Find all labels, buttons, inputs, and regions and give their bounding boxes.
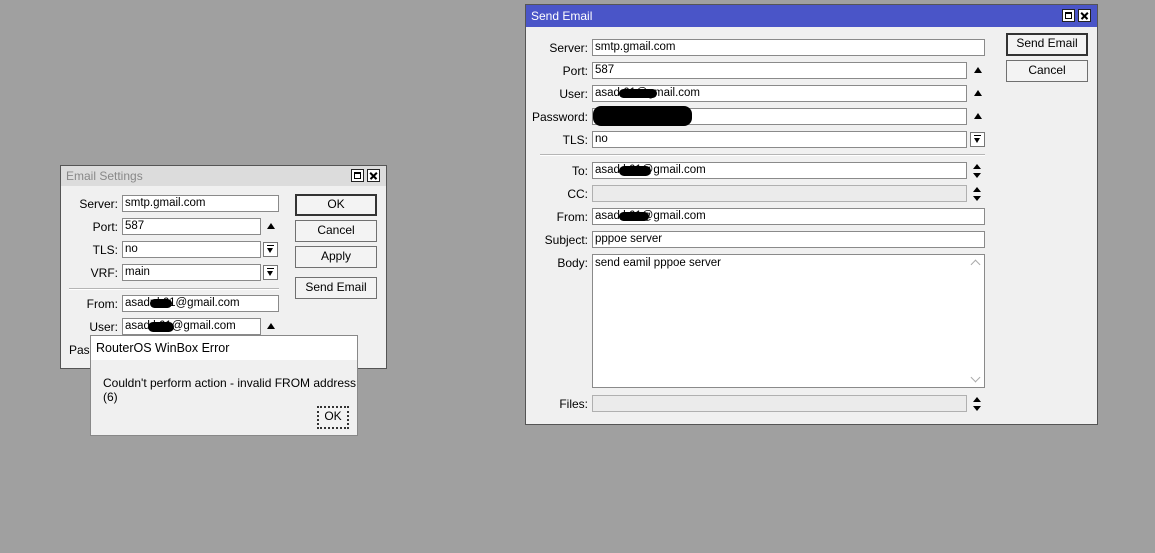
server-field[interactable]: smtp.gmail.com [592,39,985,56]
cc-field[interactable] [592,185,967,202]
body-label: Body: [557,256,588,270]
files-updown-icon[interactable] [973,397,982,411]
redaction-mark [150,299,172,308]
ok-button[interactable]: OK [295,194,377,216]
send-email-titlebar[interactable]: Send Email [526,5,1097,27]
scroll-down-icon[interactable] [970,372,981,383]
send-email-button[interactable]: Send Email [295,277,377,299]
server-field[interactable]: smtp.gmail.com [122,195,279,212]
redaction-mark [619,166,651,176]
body-textarea[interactable]: send eamil pppoe server [592,254,985,388]
port-label: Port: [562,64,588,78]
maximize-icon[interactable] [351,169,364,182]
scroll-up-icon[interactable] [970,259,981,270]
password-up-arrow-icon[interactable] [974,113,982,119]
user-up-arrow-icon[interactable] [267,323,275,329]
redaction-mark [619,212,649,221]
error-dialog-titlebar[interactable]: RouterOS WinBox Error [91,336,357,360]
body-scrollbar[interactable] [969,255,984,387]
cancel-button[interactable]: Cancel [295,220,377,242]
vrf-dropdown-icon[interactable] [263,265,278,280]
email-settings-titlebar[interactable]: Email Settings [61,166,386,186]
cancel-button[interactable]: Cancel [1006,60,1088,82]
files-label: Files: [559,397,588,411]
tls-select[interactable]: no [592,131,967,148]
error-dialog: RouterOS WinBox Error Couldn't perform a… [90,335,358,436]
to-label: To: [571,164,588,178]
password-label: Password: [531,110,588,124]
error-message: Couldn't perform action - invalid FROM a… [103,376,357,404]
subject-field[interactable]: pppoe server [592,231,985,248]
subject-label: Subject: [544,233,588,247]
redaction-mark [148,322,174,332]
close-icon[interactable] [1078,9,1091,22]
vrf-label: VRF: [90,266,118,280]
to-updown-icon[interactable] [973,164,982,178]
apply-button[interactable]: Apply [295,246,377,268]
tls-label: TLS: [92,243,118,257]
port-field[interactable]: 587 [122,218,261,235]
tls-select[interactable]: no [122,241,261,258]
user-label: User: [559,87,588,101]
window-title: Email Settings [66,169,143,183]
port-up-arrow-icon[interactable] [267,223,275,229]
error-ok-button[interactable]: OK [317,406,349,429]
divider [69,288,279,290]
from-label: From: [556,210,588,224]
port-field[interactable]: 587 [592,62,967,79]
cc-updown-icon[interactable] [973,187,982,201]
body-text: send eamil pppoe server [595,257,721,269]
send-email-button[interactable]: Send Email [1006,33,1088,56]
tls-dropdown-icon[interactable] [263,242,278,257]
send-email-window: Send Email Server: smtp.gmail.com Port: … [525,4,1098,425]
tls-label: TLS: [562,133,588,147]
user-label: User: [89,320,118,334]
port-label: Port: [92,220,118,234]
vrf-select[interactable]: main [122,264,261,281]
divider [540,154,985,156]
close-icon[interactable] [367,169,380,182]
user-field[interactable]: asad k61@gmail.com [122,318,261,335]
tls-dropdown-icon[interactable] [970,132,985,147]
redaction-mark [619,89,657,98]
error-dialog-title: RouterOS WinBox Error [96,341,230,355]
window-title: Send Email [531,9,593,23]
redaction-mark [593,106,692,126]
server-label: Server: [549,41,588,55]
from-label: From: [86,297,118,311]
from-field[interactable]: asadr k61@gmail.com [122,295,279,312]
maximize-icon[interactable] [1062,9,1075,22]
server-label: Server: [79,197,118,211]
user-up-arrow-icon[interactable] [974,90,982,96]
from-field[interactable]: asad k61@gmail.com [592,208,985,225]
files-field[interactable] [592,395,967,412]
port-up-arrow-icon[interactable] [974,67,982,73]
cc-label: CC: [567,187,588,201]
